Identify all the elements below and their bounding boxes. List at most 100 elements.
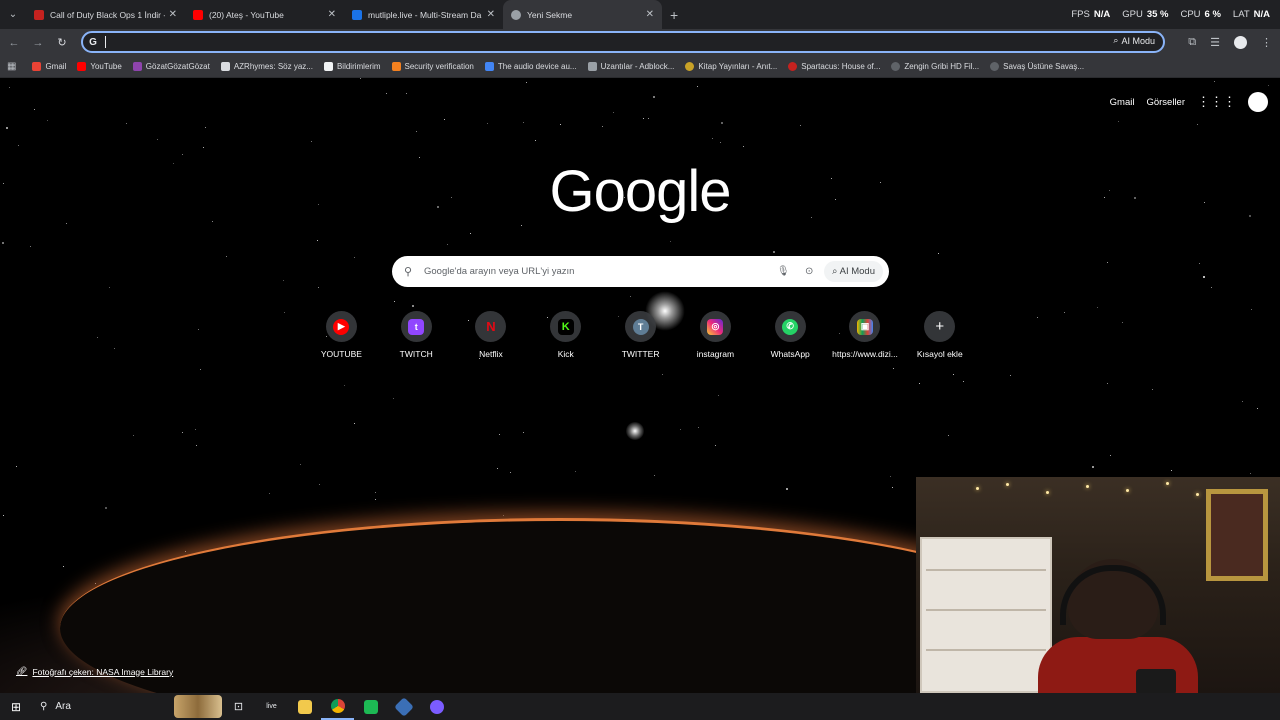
shortcut-youtube[interactable]: ▶ YOUTUBE (304, 311, 379, 359)
tab-1[interactable]: (20) Ateş - YouTube ✕ (185, 0, 344, 29)
reload-icon[interactable]: ↻ (50, 36, 74, 49)
images-link[interactable]: Görseller (1146, 97, 1185, 108)
star (354, 423, 355, 424)
star (196, 445, 197, 446)
bookmark-gmail[interactable]: Gmail (32, 62, 66, 71)
chrome-icon[interactable] (321, 693, 354, 720)
star (283, 280, 284, 281)
bookmark-security[interactable]: Security verification (391, 62, 474, 71)
shortcut-netflix[interactable]: N Netflix (454, 311, 529, 359)
instagram-icon: ◎ (707, 318, 724, 335)
shortcut-whatsapp[interactable]: ✆ WhatsApp (753, 311, 828, 359)
google-apps-icon[interactable]: ⋮⋮⋮ (1197, 94, 1236, 110)
omnibox-ai-mode-button[interactable]: ⌕ AI Modu (1113, 35, 1155, 46)
shortcut-twitter[interactable]: T TWITTER (603, 311, 678, 359)
star-flare (626, 422, 644, 440)
shortcut-kick[interactable]: K Kick (528, 311, 603, 359)
youtube-icon (77, 62, 87, 71)
app-icon-green[interactable] (354, 693, 387, 720)
star (95, 583, 96, 584)
bookmark-youtube[interactable]: YouTube (77, 62, 122, 71)
tab-3[interactable]: Yeni Sekme ✕ (503, 0, 662, 29)
app-icon-blue[interactable] (387, 693, 420, 720)
star (1268, 85, 1269, 86)
star (510, 472, 511, 473)
star (654, 475, 655, 476)
task-view-icon[interactable]: ⊡ (222, 693, 255, 720)
star (16, 466, 17, 467)
star (613, 112, 614, 113)
search-input[interactable]: Google'da arayın veya URL'yi yazın (424, 266, 770, 277)
lens-icon[interactable]: ⊙ (796, 266, 822, 277)
app-icon-purple[interactable] (420, 693, 453, 720)
kick-icon: K (557, 318, 574, 335)
bookmark-azrhymes[interactable]: AZRhymes: Söz yaz... (220, 62, 313, 71)
star (198, 329, 199, 330)
star (394, 301, 395, 302)
star (109, 287, 110, 288)
close-icon[interactable]: ✕ (487, 9, 495, 20)
live-app-icon[interactable]: live (255, 693, 288, 720)
address-bar[interactable]: G ⌕ AI Modu (81, 31, 1165, 53)
star (444, 119, 445, 120)
shortcut-instagram[interactable]: ◎ instagram (678, 311, 753, 359)
bookmark-gozat[interactable]: GözatGözatGözat (132, 62, 210, 71)
star (311, 141, 312, 142)
shortcut-twitch[interactable]: t TWITCH (379, 311, 454, 359)
gmail-link[interactable]: Gmail (1110, 97, 1135, 108)
tab-2[interactable]: mutliple.live - Multi-Stream Da ✕ (344, 0, 503, 29)
forward-arrow-icon[interactable]: → (26, 37, 50, 49)
file-explorer-icon[interactable] (288, 693, 321, 720)
close-icon[interactable]: ✕ (169, 9, 177, 20)
bookmark-spartacus[interactable]: Spartacus: House of... (788, 62, 880, 71)
close-icon[interactable]: ✕ (328, 9, 336, 20)
bookmarks-bar: ▦ Gmail YouTube GözatGözatGözat AZRhymes… (0, 56, 1280, 78)
search-box[interactable]: ⚲ Google'da arayın veya URL'yi yazın 🎙︎ … (392, 256, 889, 287)
extensions-icon[interactable]: ⧉ (1188, 36, 1196, 49)
tab-0[interactable]: Call of Duty Black Ops 1 İndir - ✕ (26, 0, 185, 29)
ai-mode-button[interactable]: ⌕ AI Modu (824, 261, 883, 282)
bookmark-favicon (484, 62, 494, 71)
tv-icon: ▣ (856, 318, 873, 335)
bookmark-bildirimlerim[interactable]: Bildirimlerim (323, 62, 381, 71)
bookmark-savas[interactable]: Savaş Üstüne Savaş... (990, 62, 1084, 71)
tab-favicon (511, 9, 521, 20)
twitter-icon: T (632, 318, 649, 335)
star (499, 434, 500, 435)
reading-list-icon[interactable]: ☰ (1210, 36, 1220, 49)
back-arrow-icon[interactable]: ← (2, 37, 26, 49)
headset (1060, 565, 1166, 625)
star (375, 492, 376, 493)
new-tab-plus-icon[interactable]: + (670, 7, 678, 23)
shelf-plank (926, 649, 1046, 651)
star (800, 125, 801, 126)
windows-start-icon[interactable]: ⊞ (0, 700, 32, 714)
microphone-icon[interactable]: 🎙︎ (770, 266, 796, 277)
shortcut-tile: + (924, 311, 956, 342)
star (318, 287, 319, 288)
bookmark-favicon (220, 62, 230, 71)
shortcut-add[interactable]: + Kısayol ekle (902, 311, 977, 359)
close-icon[interactable]: ✕ (646, 9, 654, 20)
apps-grid-icon[interactable]: ▦ (7, 61, 16, 72)
star (126, 123, 127, 124)
photo-credit-link[interactable]: 🔗︎ Fotoğrafı çeken: NASA Image Library (16, 666, 173, 677)
bookmark-extensions[interactable]: Uzantılar - Adblock... (587, 62, 674, 71)
menu-kebab-icon[interactable]: ⋮ (1261, 36, 1272, 49)
shortcut-tile: t (400, 311, 432, 342)
account-avatar[interactable] (1248, 92, 1268, 112)
taskbar-search[interactable]: ⚲ Ara (32, 693, 222, 720)
star (344, 385, 345, 386)
fairy-light (976, 487, 979, 490)
star (892, 487, 893, 488)
shortcut-tile: ▶ (325, 311, 357, 342)
tab-search-icon[interactable]: ⌄ (0, 0, 26, 29)
star (200, 369, 201, 370)
bookmark-audio-device[interactable]: The audio device au... (484, 62, 577, 71)
profile-avatar[interactable] (1234, 36, 1247, 49)
bookmark-kitap[interactable]: Kitap Yayınları - Anıt... (685, 62, 777, 71)
bookmark-zengin-gribi[interactable]: Zengin Gribi HD Fil... (891, 62, 979, 71)
star (205, 127, 206, 128)
shortcut-dizi[interactable]: ▣ https://www.dizi... (828, 311, 903, 359)
star (643, 118, 644, 119)
